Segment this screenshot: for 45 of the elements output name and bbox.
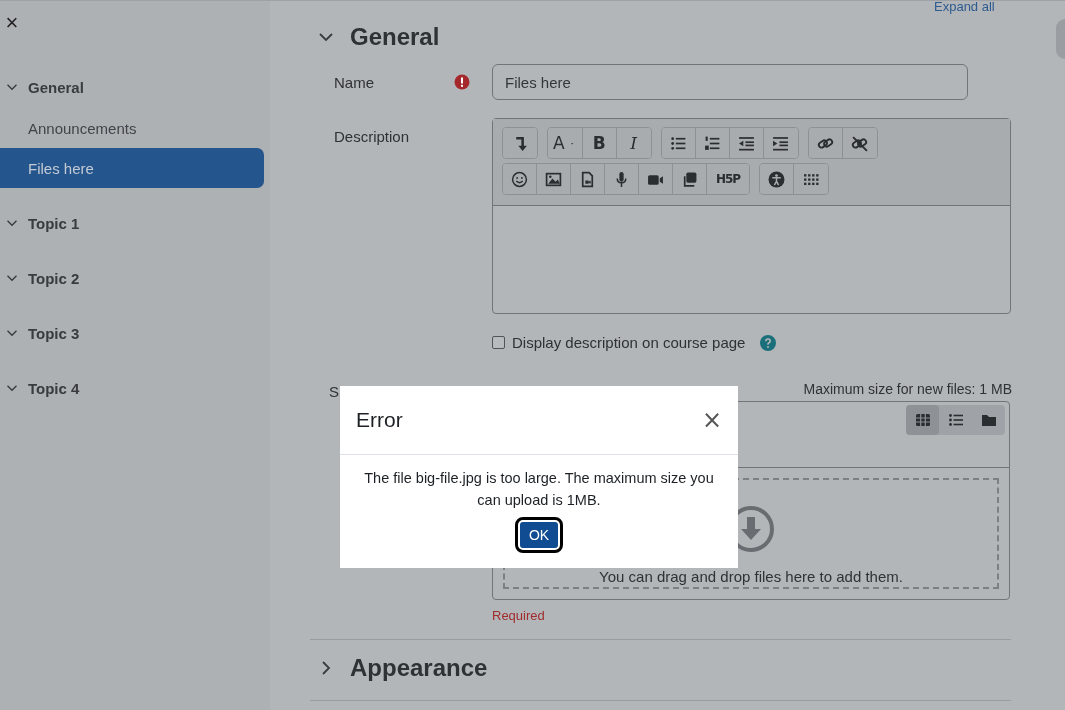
numbered-list-icon (703, 134, 721, 152)
section-link[interactable]: Topic 1 (28, 214, 80, 232)
activity-link[interactable]: Files here (0, 148, 264, 188)
indent-icon (772, 134, 790, 152)
dialog-title: Error (356, 408, 403, 432)
copy-icon (681, 170, 698, 188)
smiley-icon (511, 170, 528, 188)
accessibility-button[interactable] (760, 164, 794, 194)
text-editor[interactable]: A B I H5P (492, 118, 1011, 314)
section-link[interactable]: Topic 4 (28, 379, 80, 397)
drop-hint: You can drag and drop files here to add them. (599, 569, 903, 584)
font-button[interactable]: A (548, 128, 583, 158)
expand-all-link[interactable]: Expand all (934, 1, 995, 13)
image-icon (545, 170, 562, 188)
link-button[interactable] (808, 128, 843, 158)
close-button[interactable]: × (4, 13, 20, 33)
section-link[interactable]: General (28, 78, 84, 96)
activity-link[interactable]: Announcements (0, 108, 264, 148)
folder-icon (980, 412, 997, 428)
section-heading: Appearance (350, 654, 488, 682)
name-field[interactable]: Files here (492, 64, 968, 100)
outdent-icon (737, 134, 755, 152)
emoji-button[interactable] (503, 164, 537, 194)
paragraph-button[interactable] (503, 128, 537, 158)
section-link[interactable]: Topic 2 (28, 269, 80, 287)
field-label: Description (334, 127, 411, 145)
list-icon (947, 412, 964, 428)
section-link[interactable]: Topic 3 (28, 324, 80, 342)
help-icon[interactable] (760, 334, 777, 351)
unlink-icon (851, 134, 869, 152)
bullet-list-icon (669, 134, 687, 152)
error-message: Required (492, 608, 546, 623)
checkbox[interactable] (492, 336, 505, 349)
max-size-note: Maximum size for new files: 1 MB (803, 381, 1012, 397)
field-label: Name (334, 73, 375, 91)
accessibility-icon (768, 170, 785, 188)
field-label: S (329, 382, 340, 400)
grid-view-button[interactable] (906, 405, 939, 435)
media-file-icon (579, 170, 596, 188)
checkbox-label: Display description on course page (512, 334, 746, 351)
section-heading: General (350, 23, 440, 51)
ok-button[interactable]: OK (517, 520, 561, 550)
close-button[interactable]: × (701, 408, 722, 432)
bullet-list-button[interactable] (661, 128, 696, 158)
grid-icon (914, 412, 931, 428)
